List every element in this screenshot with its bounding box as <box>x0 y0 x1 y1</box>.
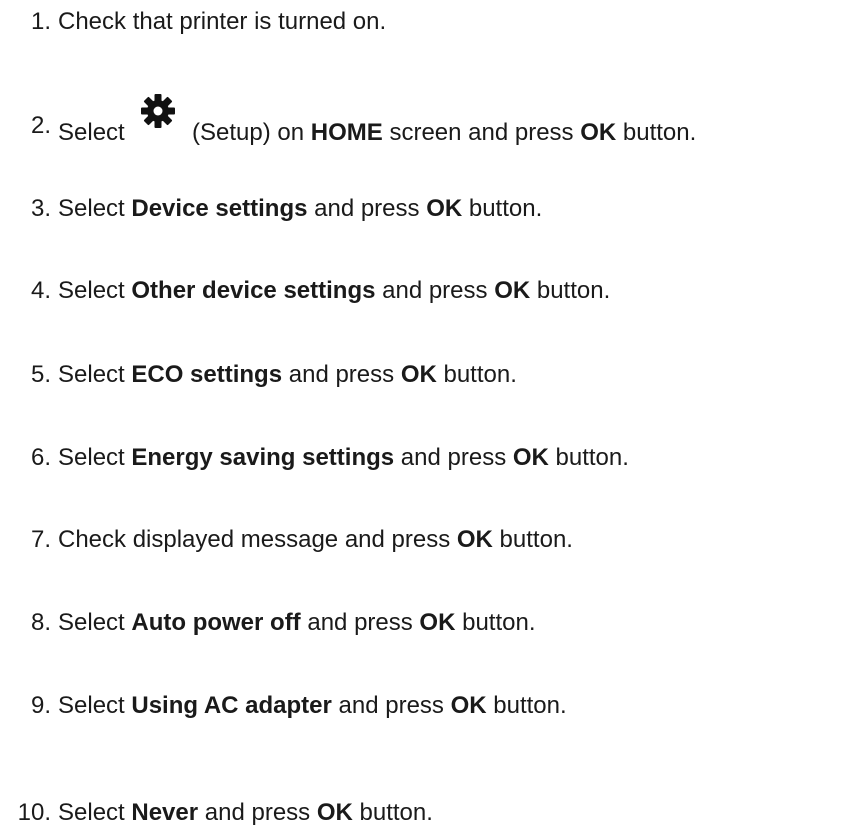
text-run: and press <box>198 799 317 826</box>
text-run: screen and press <box>382 118 581 146</box>
bold-term: OK <box>512 444 549 471</box>
step-text: Select Auto power off and press OK butto… <box>58 609 535 637</box>
step-text: Check that printer is turned on. <box>58 8 386 36</box>
step-text: Select Device settings and press OK butt… <box>58 195 542 223</box>
step-number: 7. <box>30 526 51 553</box>
text-run: Select <box>58 799 132 826</box>
instruction-steps: 1. Check that printer is turned on. 2. Sel… <box>0 0 868 836</box>
step-5: 5. Select ECO settings and press OK butto… <box>0 355 868 395</box>
text-run: Select <box>58 277 132 304</box>
step-2: 2. Select (Setup) on HOME screen and pres… <box>0 93 868 147</box>
step-number: 8. <box>30 609 51 636</box>
bold-term: Device settings <box>131 195 308 222</box>
bold-term: OK <box>450 692 487 719</box>
step-number: 3. <box>30 195 51 222</box>
text-run: Check displayed message and press <box>58 526 457 553</box>
bold-term: Using AC adapter <box>131 692 332 719</box>
bold-term: OK <box>456 526 493 553</box>
step-number: 2. <box>30 112 51 139</box>
bold-term: Energy saving settings <box>131 444 395 471</box>
bold-term: Auto power off <box>131 609 301 636</box>
bold-term: OK <box>426 195 463 222</box>
bold-term: ECO settings <box>131 361 283 388</box>
bold-term: HOME <box>310 118 383 146</box>
text-run: button. <box>462 195 543 222</box>
step-8: 8. Select Auto power off and press OK but… <box>0 603 868 643</box>
step-3: 3. Select Device settings and press OK bu… <box>0 189 868 229</box>
step-number: 10. <box>17 799 51 826</box>
text-run: button. <box>530 277 611 304</box>
text-run: and press <box>331 692 451 719</box>
text-run: and press <box>282 361 401 388</box>
bold-term: Other device settings <box>131 277 376 304</box>
step-text: Select ECO settings and press OK button. <box>58 361 517 389</box>
step-text: Select Energy saving settings and press … <box>58 444 629 472</box>
text-run: Check that printer is turned on. <box>58 8 387 35</box>
step-10: 10. Select Never and press OK button. <box>0 793 868 833</box>
step-text: Select Other device settings and press O… <box>58 277 610 305</box>
text-run: Select <box>58 195 132 222</box>
text-run: button. <box>436 361 517 388</box>
text-run: Select <box>58 361 132 388</box>
bold-term: OK <box>580 118 617 146</box>
bold-term: Never <box>131 799 199 826</box>
text-run: button. <box>616 118 697 146</box>
step-6: 6. Select Energy saving settings and pres… <box>0 438 868 478</box>
step-number: 4. <box>30 277 51 304</box>
step-text: Check displayed message and press OK but… <box>58 526 573 554</box>
text-run: and press <box>300 609 420 636</box>
step-9: 9. Select Using AC adapter and press OK b… <box>0 686 868 726</box>
text-run: button. <box>352 799 433 826</box>
gear-icon <box>139 92 177 130</box>
step-number: 9. <box>30 692 51 719</box>
bold-term: OK <box>316 799 353 826</box>
text-run: Select <box>58 609 132 636</box>
text-run: button. <box>548 444 629 471</box>
step-text: Select Never and press OK button. <box>58 799 433 827</box>
step-text: Select (Setup) on HOME screen and press … <box>58 93 697 147</box>
text-run: button. <box>492 526 573 553</box>
step-number: 6. <box>30 444 51 471</box>
step-4: 4. Select Other device settings and press… <box>0 271 868 311</box>
text-run: and press <box>375 277 495 304</box>
text-run: button. <box>486 692 567 719</box>
bold-term: OK <box>400 361 437 388</box>
text-run: Select <box>58 444 132 471</box>
bold-term: OK <box>494 277 531 304</box>
text-run: Select <box>58 692 132 719</box>
step-number: 5. <box>30 361 51 388</box>
text-run: Select <box>58 118 132 146</box>
text-run: (Setup) on <box>185 118 311 146</box>
text-run: button. <box>455 609 536 636</box>
step-text: Select Using AC adapter and press OK but… <box>58 692 567 720</box>
step-1: 1. Check that printer is turned on. <box>0 2 868 42</box>
step-number: 1. <box>30 8 51 35</box>
bold-term: OK <box>419 609 456 636</box>
step-7: 7. Check displayed message and press OK b… <box>0 520 868 560</box>
text-run: and press <box>307 195 427 222</box>
text-run: and press <box>394 444 513 471</box>
